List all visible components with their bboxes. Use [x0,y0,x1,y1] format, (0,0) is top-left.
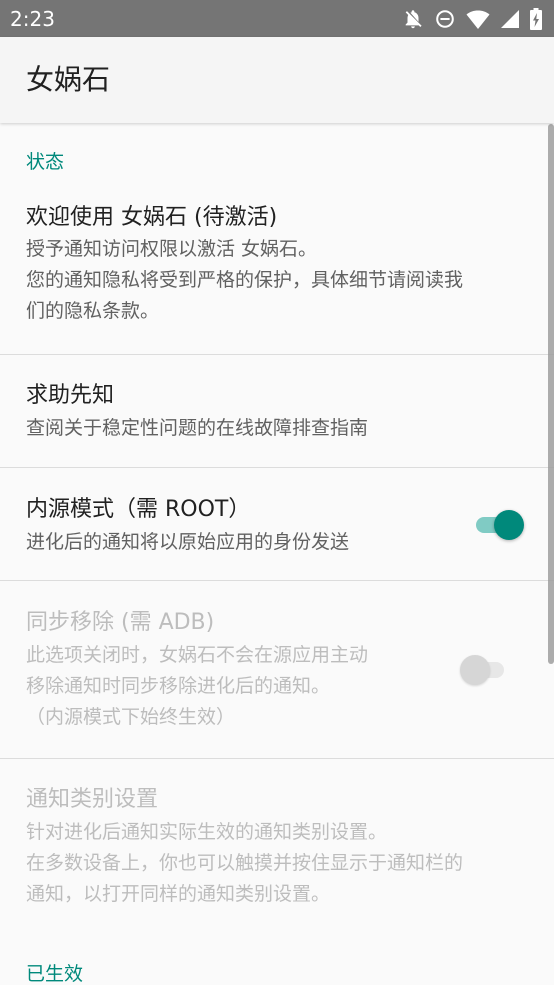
app-title: 女娲石 [26,63,111,96]
pref-channel-settings-title: 通知类别设置 [26,787,159,812]
pref-help-summary: 查阅关于稳定性问题的在线故障排查指南 [26,413,368,444]
pref-welcome[interactable]: 欢迎使用 女娲石 (待激活) 授予通知访问权限以激活 女娲石。 您的通知隐私将受… [0,193,554,354]
pref-welcome-summary: 授予通知访问权限以激活 女娲石。 您的通知隐私将受到严格的保护，具体细节请阅读我… [26,234,463,327]
toggle-thumb [460,655,490,685]
pref-sync-remove-summary-line: 移除通知时同步移除进化后的通知。 [26,675,331,697]
toggle-thumb [494,510,524,540]
pref-channel-settings-summary: 针对进化后通知实际生效的通知类别设置。 在多数设备上，你也可以触摸并按住显示于通… [26,817,463,910]
pref-channel-settings[interactable]: 通知类别设置 针对进化后通知实际生效的通知类别设置。 在多数设备上，你也可以触摸… [0,759,554,929]
pref-inner-source-title: 内源模式（需 ROOT） [26,497,251,522]
status-icons [402,7,542,31]
pref-sync-remove-summary: 此选项关闭时，女娲石不会在源应用主动 移除通知时同步移除进化后的通知。 （内源模… [26,640,368,733]
do-not-disturb-icon [434,8,456,30]
screen: 2:23 女娲石 状态 欢迎使用 女娲石 (待激活) 授予通知访问权限以激活 女… [0,0,554,985]
pref-sync-remove-title: 同步移除 (需 ADB) [26,610,215,635]
pref-welcome-summary-line: 您的通知隐私将受到严格的保护，具体细节请阅读我 [26,269,464,291]
app-bar: 女娲石 [0,37,554,123]
pref-channel-settings-summary-line: 通知，以打开同样的通知类别设置。 [26,883,331,905]
pref-sync-remove-summary-line: （内源模式下始终生效） [26,706,236,728]
pref-welcome-title: 欢迎使用 女娲石 (待激活) [26,205,278,230]
battery-charging-icon [530,8,542,30]
pref-help-summary-line: 查阅关于稳定性问题的在线故障排查指南 [26,417,369,439]
pref-sync-remove[interactable]: 同步移除 (需 ADB) 此选项关闭时，女娲石不会在源应用主动 移除通知时同步移… [0,581,554,758]
pref-welcome-summary-line: 授予通知访问权限以激活 女娲石。 [26,238,318,260]
sync-remove-toggle[interactable] [460,652,512,686]
pref-inner-source-summary: 进化后的通知将以原始应用的身份发送 [26,527,349,558]
pref-channel-settings-summary-line: 在多数设备上，你也可以触摸并按住显示于通知栏的 [26,852,464,874]
category-status: 状态 [26,151,65,173]
pref-inner-source-summary-line: 进化后的通知将以原始应用的身份发送 [26,531,350,553]
pref-channel-settings-summary-line: 针对进化后通知实际生效的通知类别设置。 [26,821,388,843]
notifications-off-icon [402,8,424,30]
inner-source-toggle[interactable] [472,507,524,541]
pref-help[interactable]: 求助先知 查阅关于稳定性问题的在线故障排查指南 [0,355,554,467]
cell-signal-icon [500,9,520,29]
preferences-list[interactable]: 状态 欢迎使用 女娲石 (待激活) 授予通知访问权限以激活 女娲石。 您的通知隐… [0,123,554,985]
pref-sync-remove-summary-line: 此选项关闭时，女娲石不会在源应用主动 [26,644,369,666]
category-active: 已生效 [26,963,84,985]
pref-inner-source[interactable]: 内源模式（需 ROOT） 进化后的通知将以原始应用的身份发送 [0,468,554,580]
pref-welcome-summary-line: 们的隐私条款。 [26,300,160,322]
wifi-icon [466,8,490,30]
status-time: 2:23 [10,7,55,31]
scrollbar[interactable] [548,124,554,664]
pref-help-title: 求助先知 [26,383,115,408]
status-bar: 2:23 [0,0,554,37]
